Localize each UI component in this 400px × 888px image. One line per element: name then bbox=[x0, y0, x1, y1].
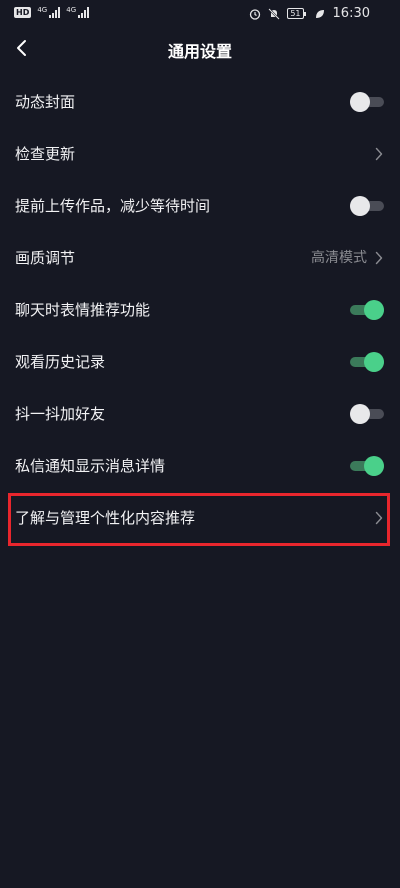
video-quality-value: 高清模式 bbox=[311, 250, 367, 266]
setting-label: 抖一抖加好友 bbox=[15, 405, 106, 423]
settings-list: 动态封面 检查更新 提前上传作品，减少等待时间 画质调节 高清模式 聊天时表情推… bbox=[0, 76, 400, 544]
setting-label: 画质调节 bbox=[15, 249, 76, 267]
setting-early-upload[interactable]: 提前上传作品，减少等待时间 bbox=[0, 180, 400, 232]
setting-label: 动态封面 bbox=[15, 93, 76, 111]
setting-label: 提前上传作品，减少等待时间 bbox=[15, 197, 211, 215]
status-left: HD 4G 4G bbox=[14, 6, 90, 18]
status-time: 16:30 bbox=[332, 6, 370, 21]
nav-bar: 通用设置 bbox=[0, 28, 400, 68]
mute-icon bbox=[268, 7, 281, 20]
setting-shake-add-friend[interactable]: 抖一抖加好友 bbox=[0, 388, 400, 440]
chevron-right-icon bbox=[375, 147, 383, 161]
network-type-1: 4G bbox=[37, 6, 48, 14]
shake-add-friend-toggle[interactable] bbox=[350, 404, 384, 424]
message-details-toggle[interactable] bbox=[350, 456, 384, 476]
leaf-icon bbox=[315, 9, 324, 18]
network-type-2: 4G bbox=[66, 6, 77, 14]
early-upload-toggle[interactable] bbox=[350, 196, 384, 216]
highlight-annotation-box bbox=[8, 493, 390, 546]
page-title: 通用设置 bbox=[167, 42, 232, 61]
setting-message-details[interactable]: 私信通知显示消息详情 bbox=[0, 440, 400, 492]
status-bar: HD 4G 4G 51 16:30 bbox=[0, 0, 400, 28]
watch-history-toggle[interactable] bbox=[350, 352, 384, 372]
setting-label: 私信通知显示消息详情 bbox=[15, 457, 166, 475]
setting-label: 检查更新 bbox=[15, 145, 76, 163]
emoji-recommend-toggle[interactable] bbox=[350, 300, 384, 320]
setting-label: 观看历史记录 bbox=[15, 353, 106, 371]
signal-icon-2 bbox=[78, 7, 90, 18]
setting-dynamic-cover[interactable]: 动态封面 bbox=[0, 76, 400, 128]
dynamic-cover-toggle[interactable] bbox=[350, 92, 384, 112]
alarm-icon bbox=[250, 8, 261, 20]
setting-label: 聊天时表情推荐功能 bbox=[15, 301, 151, 319]
battery-icon: 51 bbox=[287, 8, 306, 19]
hd-badge: HD bbox=[14, 7, 32, 18]
status-right: 51 16:30 bbox=[249, 6, 370, 21]
setting-watch-history[interactable]: 观看历史记录 bbox=[0, 336, 400, 388]
setting-check-update[interactable]: 检查更新 bbox=[0, 128, 400, 180]
chevron-right-icon bbox=[375, 251, 383, 265]
signal-icon-1 bbox=[49, 7, 61, 18]
setting-emoji-recommend[interactable]: 聊天时表情推荐功能 bbox=[0, 284, 400, 336]
setting-video-quality[interactable]: 画质调节 高清模式 bbox=[0, 232, 400, 284]
